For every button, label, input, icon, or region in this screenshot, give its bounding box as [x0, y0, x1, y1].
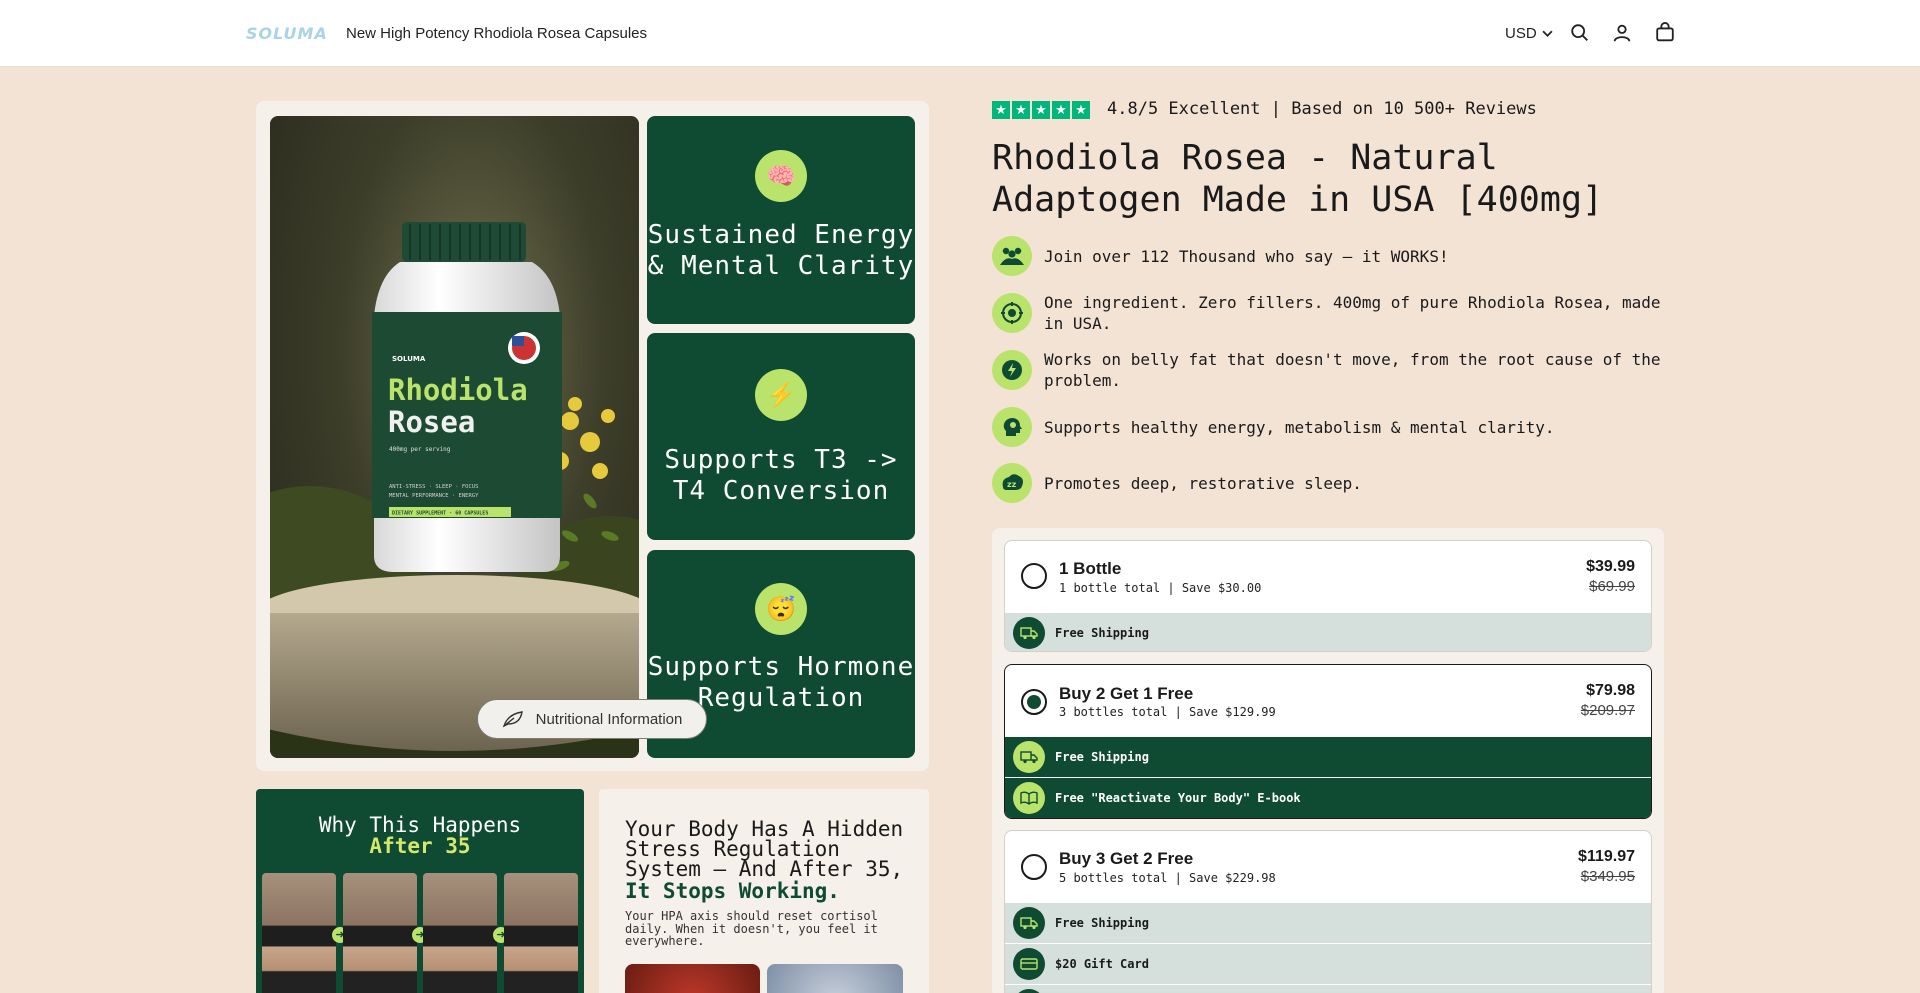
book-icon — [1013, 782, 1045, 814]
gift-card-icon — [1013, 948, 1045, 980]
star-icon: ★ — [1072, 101, 1090, 119]
brain-head-icon — [992, 407, 1032, 447]
benefit-item: One ingredient. Zero fillers. 400mg of p… — [992, 292, 1664, 334]
offer-perk-label: Free Shipping — [1055, 916, 1149, 930]
community-icon — [992, 236, 1032, 276]
site-header: SOLUMA New High Potency Rhodiola Rosea C… — [0, 0, 1920, 67]
hidden-stress-card[interactable]: Your Body Has A Hidden Stress Regulation… — [599, 789, 929, 993]
star-icon: ★ — [992, 101, 1010, 119]
hidden-stress-heading-bold: It Stops Working. — [625, 879, 840, 903]
offer-1-bottle[interactable]: 1 Bottle 1 bottle total | Save $30.00 $3… — [1004, 540, 1652, 652]
offer-price: $39.99 — [1586, 558, 1635, 575]
fat-burn-icon — [992, 350, 1032, 390]
offer-subtext: 1 bottle total | Save $30.00 — [1059, 581, 1262, 595]
offer-radio[interactable] — [1021, 563, 1047, 589]
star-icon: ★ — [1052, 101, 1070, 119]
star-icon: ★ — [1012, 101, 1030, 119]
benefit-item: Supports healthy energy, metabolism & me… — [992, 407, 1664, 447]
feature-tile-energy[interactable]: 🧠 Sustained Energy & Mental Clarity — [647, 116, 915, 324]
benefit-text: One ingredient. Zero fillers. 400mg of p… — [1044, 293, 1661, 333]
bottle-name-line1: Rhodiola — [388, 373, 528, 407]
bottle-dose: 400mg per serving — [389, 446, 451, 453]
bottle-brand: SOLUMA — [392, 355, 426, 363]
product-title: Rhodiola Rosea - Natural Adaptogen Made … — [992, 138, 1604, 220]
svg-text:zz: zz — [1007, 480, 1017, 489]
star-icon: ★ — [1032, 101, 1050, 119]
currency-selector[interactable]: USD — [1505, 25, 1553, 42]
inflamed-illustration — [625, 964, 760, 993]
benefit-item: Works on belly fat that doesn't move, fr… — [992, 349, 1664, 391]
offer-radio[interactable] — [1021, 854, 1047, 880]
account-icon[interactable] — [1611, 22, 1633, 44]
trustpilot-stars[interactable]: ★ ★ ★ ★ ★ — [992, 101, 1090, 119]
feature-tile-text: Supports T3 -> T4 Conversion — [664, 445, 898, 506]
offer-buy-3-get-2[interactable]: Buy 3 Get 2 Free 5 bottles total | Save … — [1004, 830, 1652, 993]
offer-name: 1 Bottle — [1059, 559, 1122, 578]
offer-subtext: 5 bottles total | Save $229.98 — [1059, 871, 1276, 885]
cart-icon[interactable] — [1654, 22, 1676, 44]
search-icon[interactable] — [1569, 22, 1591, 44]
feature-tile-text: Sustained Energy & Mental Clarity — [647, 220, 915, 281]
currency-label: USD — [1505, 25, 1537, 42]
leaf-icon — [502, 711, 523, 728]
offer-perk-partial — [1005, 985, 1651, 993]
feature-tile-thyroid[interactable]: ⚡ Supports T3 -> T4 Conversion — [647, 333, 915, 540]
offer-perk: Free Shipping — [1005, 903, 1651, 943]
truck-icon — [1013, 617, 1045, 649]
benefit-text: Works on belly fat that doesn't move, fr… — [1044, 350, 1661, 390]
nutritional-info-label: Nutritional Information — [535, 710, 683, 728]
offer-compare-price: $349.95 — [1580, 868, 1635, 885]
offer-perk: Free "Reactivate Your Body" E-book — [1005, 778, 1651, 818]
truck-icon — [1013, 741, 1045, 773]
benefit-text: Supports healthy energy, metabolism & me… — [1044, 417, 1555, 437]
offer-name: Buy 3 Get 2 Free — [1059, 849, 1194, 868]
benefit-text: Join over 112 Thousand who say — it WORK… — [1044, 246, 1449, 266]
offer-name: Buy 2 Get 1 Free — [1059, 684, 1194, 703]
molecule-icon — [992, 293, 1032, 333]
bottle-tags-1: ANTI-STRESS · SLEEP · FOCUS — [389, 484, 478, 490]
lightning-icon: ⚡ — [755, 369, 807, 421]
rating-summary[interactable]: 4.8/5 Excellent | Based on 10 500+ Revie… — [1107, 99, 1537, 119]
before-after-photo — [504, 873, 578, 993]
truck-icon — [1013, 907, 1045, 939]
before-after-photo — [262, 873, 336, 993]
why-heading-highlight: After 35 — [369, 834, 471, 858]
site-logo[interactable]: SOLUMA — [246, 24, 328, 43]
offer-perk: $20 Gift Card — [1005, 944, 1651, 984]
offer-perk-label: $20 Gift Card — [1055, 957, 1149, 971]
product-hero-image[interactable]: SOLUMA Rhodiola Rosea 400mg per serving … — [270, 116, 639, 758]
offer-perk-label: Free Shipping — [1055, 626, 1149, 640]
offer-subtext: 3 bottles total | Save $129.99 — [1059, 705, 1276, 719]
offer-perk-label: Free Shipping — [1055, 750, 1149, 764]
offer-compare-price: $209.97 — [1580, 702, 1635, 719]
announcement-title: New High Potency Rhodiola Rosea Capsules — [346, 25, 647, 42]
nutritional-info-button[interactable]: Nutritional Information — [477, 699, 707, 739]
sleep-icon: zz — [992, 463, 1032, 503]
offer-radio-selected[interactable] — [1021, 689, 1047, 715]
benefit-item: zz Promotes deep, restorative sleep. — [992, 463, 1664, 503]
bottle-name-line2: Rosea — [388, 405, 475, 439]
offer-perk: Free Shipping — [1005, 613, 1651, 651]
offer-perk-label: Free "Reactivate Your Body" E-book — [1055, 791, 1301, 805]
sleep-face-icon: 😴 — [755, 583, 807, 635]
brain-illustration — [767, 964, 903, 993]
offer-perk: Free Shipping — [1005, 737, 1651, 777]
hidden-stress-heading: Your Body Has A Hidden Stress Regulation… — [625, 817, 904, 881]
offer-price: $79.98 — [1586, 682, 1635, 699]
before-after-photo — [343, 873, 417, 993]
before-after-photo — [423, 873, 497, 993]
why-after-35-card[interactable]: Why This Happens After 35 ➜ ➜ ➜ — [256, 789, 584, 993]
offer-buy-2-get-1[interactable]: Buy 2 Get 1 Free 3 bottles total | Save … — [1004, 664, 1652, 819]
bottle-illustration: SOLUMA Rhodiola Rosea 400mg per serving … — [270, 116, 639, 758]
benefit-item: Join over 112 Thousand who say — it WORK… — [992, 236, 1664, 276]
bottle-tags-2: MENTAL PERFORMANCE · ENERGY — [389, 493, 479, 499]
hidden-stress-paragraph: Your HPA axis should reset cortisol dail… — [625, 909, 878, 948]
bottle-band: DIETARY SUPPLEMENT · 60 CAPSULES — [392, 511, 488, 517]
offer-price: $119.97 — [1578, 848, 1635, 865]
offer-compare-price: $69.99 — [1589, 578, 1635, 595]
brain-icon: 🧠 — [755, 150, 807, 202]
chevron-down-icon — [1542, 30, 1553, 37]
benefit-text: Promotes deep, restorative sleep. — [1044, 473, 1362, 493]
